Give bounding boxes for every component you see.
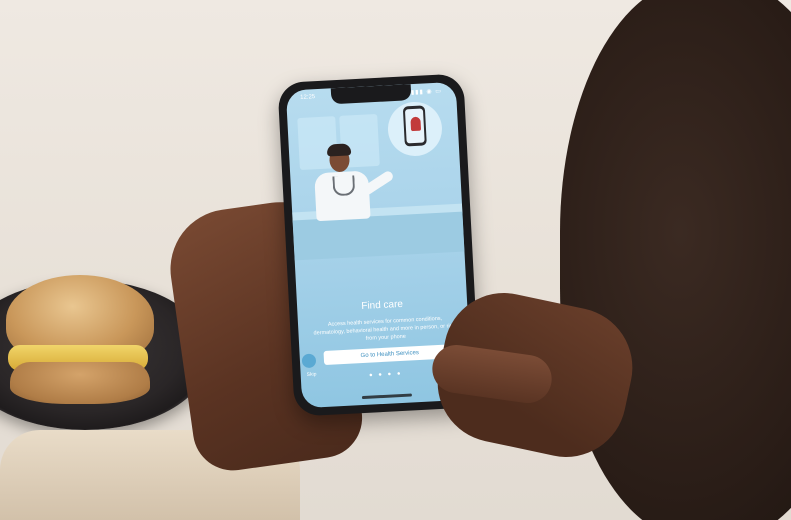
photo-scene: 12:25 ▮▮▮ ◉ ▭ Find care Access health se… [0,0,791,520]
patient-avatar-icon [410,116,422,132]
onboarding-title: Find care [361,298,404,313]
doctor-illustration-hair [326,143,352,157]
home-indicator[interactable] [361,393,412,400]
status-time: 12:25 [300,94,316,101]
video-call-phone-icon [402,105,427,147]
onboarding-description: Access health services for common condit… [313,315,458,342]
skip-circle-icon[interactable] [301,353,317,369]
video-call-screen [404,108,425,144]
status-icons: ▮▮▮ ◉ ▭ [410,88,443,97]
sandwich-bun-bottom [10,362,150,404]
phone-notch [330,84,412,105]
